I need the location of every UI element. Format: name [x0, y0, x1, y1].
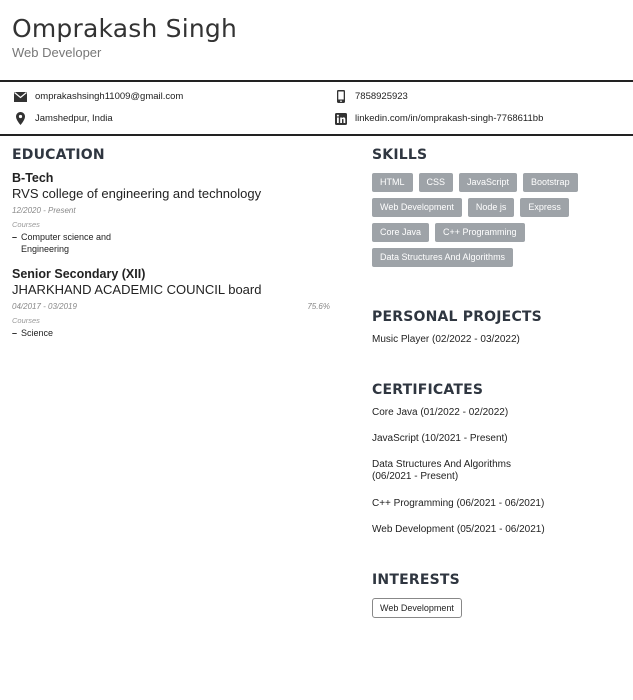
skills-heading: SKILLS: [372, 147, 428, 163]
courses-label: Courses: [12, 316, 40, 325]
certificate-item: JavaScript (10/2021 - Present): [372, 433, 508, 444]
phone-icon: [334, 90, 347, 103]
courses-label: Courses: [12, 220, 40, 229]
interest-tag: Web Development: [372, 598, 462, 618]
education-date: 12/2020 - Present: [12, 206, 76, 215]
education-entry: Senior Secondary (XII) JHARKHAND ACADEMI…: [12, 267, 342, 339]
skills-list: HTML CSS JavaScript Bootstrap Web Develo…: [372, 173, 612, 267]
resume-header: Omprakash Singh Web Developer: [12, 14, 237, 60]
course-text: Computer science and Engineering: [21, 232, 112, 254]
dash-bullet: –: [12, 232, 18, 242]
skill-tag: Express: [520, 198, 569, 217]
skill-tag: Node js: [467, 198, 515, 217]
skill-tag: C++ Programming: [435, 223, 525, 242]
right-column: SKILLS HTML CSS JavaScript Bootstrap Web…: [372, 147, 622, 618]
certificate-item: Core Java (01/2022 - 02/2022): [372, 407, 509, 418]
contact-location: Jamshedpur, India: [14, 112, 113, 125]
certificate-item: C++ Programming (06/2021 - 06/2021): [372, 498, 545, 509]
project-item: Music Player (02/2022 - 03/2022): [372, 334, 520, 345]
location-text: Jamshedpur, India: [35, 113, 113, 124]
course-text: Science: [21, 328, 54, 338]
linkedin-text: linkedin.com/in/omprakash-singh-7768611b…: [355, 113, 544, 124]
dash-bullet: –: [12, 328, 18, 338]
skill-tag: CSS: [418, 173, 454, 192]
certificate-item: Web Development (05/2021 - 06/2021): [372, 524, 545, 535]
skill-tag: Core Java: [372, 223, 430, 242]
phone-text: 7858925923: [355, 91, 408, 102]
certificates-heading: CERTIFICATES: [372, 382, 484, 398]
projects-heading: PERSONAL PROJECTS: [372, 309, 542, 325]
institution-name: JHARKHAND ACADEMIC COUNCIL board: [12, 282, 262, 297]
email-text: omprakashsingh11009@gmail.com: [35, 91, 184, 102]
skill-tag: Bootstrap: [523, 173, 578, 192]
course-item: – Science: [12, 327, 342, 339]
contact-phone[interactable]: 7858925923: [334, 90, 408, 103]
education-date-row: 04/2017 - 03/2019 75.6%: [12, 302, 330, 311]
linkedin-icon: [334, 112, 347, 125]
candidate-title: Web Developer: [12, 45, 102, 60]
certificate-item: Data Structures And Algorithms (06/2021 …: [372, 459, 511, 482]
envelope-icon: [14, 90, 27, 103]
skill-tag: Data Structures And Algorithms: [372, 248, 514, 267]
education-date: 04/2017 - 03/2019: [12, 302, 77, 311]
left-column: EDUCATION B-Tech RVS college of engineer…: [12, 147, 342, 339]
skill-tag: JavaScript: [459, 173, 518, 192]
candidate-name: Omprakash Singh: [12, 14, 238, 43]
contact-email[interactable]: omprakashsingh11009@gmail.com: [14, 90, 183, 103]
education-score: 75.6%: [307, 302, 330, 311]
education-heading: EDUCATION: [12, 147, 105, 163]
course-item: – Computer science and Engineering: [12, 231, 342, 255]
degree-title: Senior Secondary (XII): [12, 267, 146, 281]
skill-tag: HTML: [372, 173, 413, 192]
education-entry: B-Tech RVS college of engineering and te…: [12, 171, 342, 255]
contact-linkedin[interactable]: linkedin.com/in/omprakash-singh-7768611b…: [334, 112, 543, 125]
degree-title: B-Tech: [12, 171, 54, 185]
map-pin-icon: [14, 112, 27, 125]
interests-heading: INTERESTS: [372, 572, 460, 588]
skill-tag: Web Development: [372, 198, 462, 217]
contact-bar: omprakashsingh11009@gmail.com 7858925923…: [0, 80, 633, 136]
institution-name: RVS college of engineering and technolog…: [12, 186, 262, 201]
